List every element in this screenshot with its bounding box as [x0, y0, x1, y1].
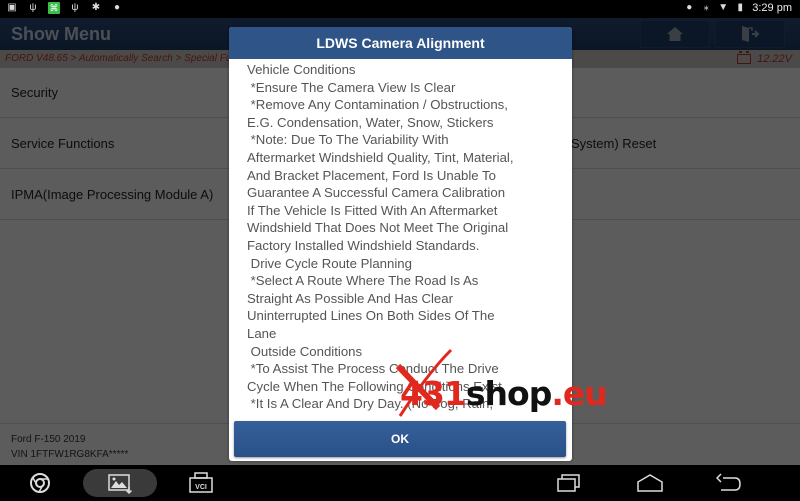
- dialog-line: Cycle When The Following Conditions Exis…: [247, 378, 502, 394]
- nav-home-button[interactable]: [635, 469, 665, 497]
- bluetooth-icon: ⁎: [703, 2, 709, 13]
- dialog-line: Uninterrupted Lines On Both Sides Of The: [247, 308, 495, 324]
- dialog-line: Straight As Possible And Has Clear: [247, 290, 453, 306]
- vci-label: VCI: [195, 484, 207, 491]
- location-icon: ●: [686, 2, 693, 13]
- gallery-icon: ▣: [7, 2, 17, 13]
- wifi-icon: ▼: [718, 2, 729, 13]
- dialog-title: LDWS Camera Alignment: [229, 27, 572, 59]
- sync-icon: ✱: [91, 2, 101, 13]
- dialog-body[interactable]: Vehicle Conditions *Ensure The Camera Vi…: [229, 59, 572, 414]
- dialog-line: Windshield That Does Not Meet The Origin…: [247, 220, 509, 236]
- status-bar: ▣ ψ ⌘ ψ ✱ ● ● ⁎ ▼ ▮ 3:29 pm: [0, 0, 800, 18]
- chrome-button[interactable]: [26, 469, 54, 497]
- dialog-line: *Remove Any Contamination / Obstructions…: [247, 97, 508, 113]
- usb-debug-icon: ψ: [29, 2, 37, 13]
- dialog-line: Drive Cycle Route Planning: [247, 255, 412, 271]
- dialog-line: Factory Installed Windshield Standards.: [247, 237, 480, 253]
- dialog-line: Snow Etc.): [247, 413, 564, 415]
- chrome-icon: [30, 473, 50, 493]
- dialog-line: *It Is A Clear And Dry Day. (No Fog, Rai…: [247, 396, 494, 412]
- home-nav-icon: [637, 474, 663, 492]
- dialog-line: *Note: Due To The Variability With: [247, 132, 449, 148]
- dialog-line: E.G. Condensation, Water, Snow, Stickers: [247, 114, 494, 130]
- dialog-line: Vehicle Conditions: [247, 62, 356, 77]
- vci-icon: VCI: [189, 472, 213, 493]
- back-button[interactable]: [715, 469, 743, 497]
- dialog-line: Guarantee A Successful Camera Calibratio…: [247, 185, 506, 201]
- dialog-line: Lane: [247, 325, 277, 341]
- dialog-line: *Ensure The Camera View Is Clear: [247, 79, 456, 95]
- navigation-bar: VCI: [0, 465, 800, 501]
- back-icon: [716, 473, 741, 491]
- usb-icon: ψ: [71, 2, 79, 13]
- dialog-line: *Select A Route Where The Road Is As: [247, 273, 479, 289]
- vci-button[interactable]: VCI: [186, 469, 216, 497]
- battery-status-icon: ▮: [737, 2, 743, 13]
- status-right: ● ⁎ ▼ ▮ 3:29 pm: [684, 2, 792, 14]
- dialog-line: If The Vehicle Is Fitted With An Afterma…: [247, 202, 498, 218]
- dialog-line: Aftermarket Windshield Quality, Tint, Ma…: [247, 149, 514, 165]
- dialog-line: Outside Conditions: [247, 343, 363, 359]
- recents-icon: [557, 474, 580, 492]
- bulb-icon: ●: [113, 2, 121, 13]
- status-left-icons: ▣ ψ ⌘ ψ ✱ ●: [6, 2, 123, 14]
- dialog-line: And Bracket Placement, Ford Is Unable To: [247, 167, 496, 183]
- dialog-line: *To Assist The Process Conduct The Drive: [247, 361, 499, 377]
- screenshot-icon: [108, 474, 133, 494]
- clock: 3:29 pm: [752, 2, 792, 14]
- app-icon: ⌘: [48, 2, 60, 14]
- ldws-dialog: LDWS Camera Alignment Vehicle Conditions…: [229, 27, 572, 461]
- screenshot-button[interactable]: [83, 469, 157, 497]
- recents-button[interactable]: [555, 469, 583, 497]
- ok-button[interactable]: OK: [234, 421, 566, 457]
